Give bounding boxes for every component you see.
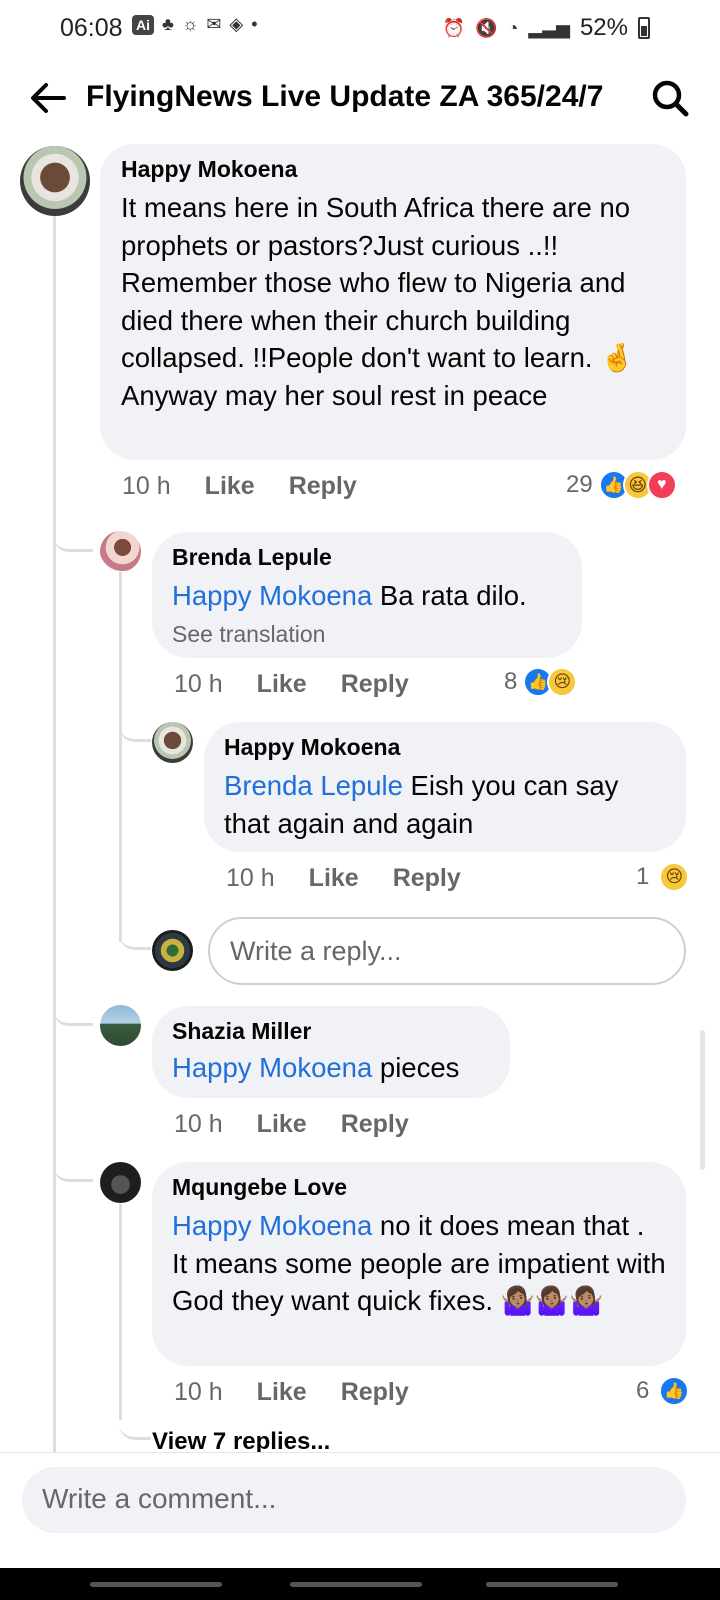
like-reaction-icon: 👍 <box>659 1376 690 1406</box>
status-time: 06:08 <box>60 14 123 42</box>
comment-actions: 10 h Like Reply <box>226 864 495 893</box>
reaction-summary[interactable]: 6 👍 <box>636 1376 690 1406</box>
like-button[interactable]: Like <box>309 864 359 893</box>
mention-link[interactable]: Happy Mokoena <box>172 1210 372 1241</box>
comment-bubble[interactable]: Shazia Miller Happy Mokoena pieces <box>152 1006 510 1098</box>
sad-reaction-icon: 😢 <box>659 862 690 892</box>
comment-body: pieces <box>379 1052 460 1083</box>
mute-icon: 🔇 <box>475 17 498 38</box>
comment-text: Brenda Lepule Eish you can say that agai… <box>224 767 666 842</box>
avatar[interactable] <box>100 1162 141 1203</box>
thread-connector <box>53 994 93 1026</box>
more-dot-icon: • <box>251 14 258 34</box>
like-button[interactable]: Like <box>205 472 255 501</box>
reply-button[interactable]: Reply <box>341 1378 409 1407</box>
status-bar: 06:08 Ai ♣ ☼ ✉ ◈ • ⏰ 🔇 ◔ ▂▃▅ 52% <box>0 0 720 56</box>
comment-text: Happy Mokoena no it does mean that . It … <box>172 1207 666 1320</box>
thread-connector <box>53 520 93 552</box>
system-nav-bar <box>0 1568 720 1600</box>
status-notification-icons: Ai ♣ ☼ ✉ ◈ • <box>132 14 258 35</box>
alarm-icon: ⏰ <box>442 17 466 38</box>
wifi-icon: ◔ <box>507 17 519 38</box>
thread-connector <box>119 1410 151 1440</box>
reaction-summary[interactable]: 29 👍 😆 ♥ <box>566 470 677 500</box>
comment-author[interactable]: Brenda Lepule <box>172 544 562 571</box>
comment-time: 10 h <box>174 670 223 698</box>
thread-line-mqungebe <box>119 1204 122 1420</box>
comment-body: Ba rata dilo. <box>379 580 527 611</box>
reaction-summary[interactable]: 8 👍 😢 <box>504 667 578 697</box>
comment-bubble[interactable]: Happy Mokoena It means here in South Afr… <box>100 144 686 460</box>
avatar[interactable] <box>100 1005 141 1046</box>
avatar[interactable] <box>100 531 141 572</box>
battery-icon <box>638 17 650 39</box>
comment-text: It means here in South Africa there are … <box>121 192 635 411</box>
reply-input[interactable]: Write a reply... <box>208 917 686 985</box>
home-button[interactable] <box>290 1582 422 1587</box>
comment-time: 10 h <box>226 864 275 892</box>
back-arrow-icon[interactable] <box>28 80 68 116</box>
gmail-icon: ✉ <box>206 14 222 34</box>
comment-actions: 10 h Like Reply <box>174 670 443 699</box>
reply-button[interactable]: Reply <box>341 1110 409 1139</box>
comment-author[interactable]: Mqungebe Love <box>172 1174 666 1201</box>
back-button[interactable] <box>486 1582 618 1587</box>
comment-time: 10 h <box>174 1110 223 1138</box>
scrollbar[interactable] <box>700 1030 705 1170</box>
like-button[interactable]: Like <box>257 670 307 699</box>
comment-composer-bar: Write a comment... <box>0 1452 720 1572</box>
app-header: FlyingNews Live Update ZA 365/24/7 <box>0 64 720 136</box>
see-translation-link[interactable]: See translation <box>172 621 562 648</box>
app-notification-icon: ♣ <box>162 14 174 34</box>
mention-link[interactable]: Brenda Lepule <box>224 770 403 801</box>
comment-author[interactable]: Happy Mokoena <box>121 156 666 183</box>
comment-time: 10 h <box>174 1378 223 1406</box>
current-user-avatar <box>152 930 193 971</box>
recents-button[interactable] <box>90 1582 222 1587</box>
reply-button[interactable]: Reply <box>393 864 461 893</box>
thread-line-main <box>53 214 56 1454</box>
search-icon[interactable] <box>650 78 690 118</box>
ai-icon: Ai <box>132 14 154 35</box>
avatar[interactable] <box>152 722 193 763</box>
reaction-count: 29 <box>566 471 593 498</box>
weather-icon: ☼ <box>181 14 199 34</box>
signal-icon: ▂▃▅ <box>528 17 570 38</box>
comment-bubble[interactable]: Happy Mokoena Brenda Lepule Eish you can… <box>204 722 686 852</box>
comment-text: Happy Mokoena Ba rata dilo. <box>172 577 562 615</box>
like-button[interactable]: Like <box>257 1378 307 1407</box>
avatar[interactable] <box>20 146 90 216</box>
reply-button[interactable]: Reply <box>341 670 409 699</box>
comment-actions: 10 h Like Reply <box>174 1378 443 1407</box>
page-title: FlyingNews Live Update ZA 365/24/7 <box>86 80 604 113</box>
reaction-count: 1 <box>636 863 650 890</box>
thread-line-brenda <box>119 572 122 942</box>
sad-reaction-icon: 😢 <box>547 667 578 697</box>
battery-percent: 52% <box>579 14 628 41</box>
reply-button[interactable]: Reply <box>289 472 357 501</box>
thread-connector <box>119 920 151 950</box>
comment-text: Happy Mokoena pieces <box>172 1049 490 1087</box>
comment-author[interactable]: Happy Mokoena <box>224 734 666 761</box>
comment-actions: 10 h Like Reply <box>174 1110 443 1139</box>
comment-author[interactable]: Shazia Miller <box>172 1018 490 1045</box>
comment-actions: 10 h Like Reply <box>122 472 391 501</box>
comment-bubble[interactable]: Brenda Lepule Happy Mokoena Ba rata dilo… <box>152 532 582 658</box>
reaction-count: 8 <box>504 668 518 695</box>
tidal-icon: ◈ <box>229 14 244 34</box>
mention-link[interactable]: Happy Mokoena <box>172 1052 372 1083</box>
comment-time: 10 h <box>122 472 171 500</box>
reaction-summary[interactable]: 1 😢 <box>636 862 690 892</box>
comment-bubble[interactable]: Mqungebe Love Happy Mokoena no it does m… <box>152 1162 686 1366</box>
love-reaction-icon: ♥ <box>646 470 677 500</box>
like-button[interactable]: Like <box>257 1110 307 1139</box>
mention-link[interactable]: Happy Mokoena <box>172 580 372 611</box>
comment-input[interactable]: Write a comment... <box>22 1467 686 1533</box>
reaction-count: 6 <box>636 1377 650 1404</box>
thread-connector <box>119 712 151 742</box>
status-system-icons: ⏰ 🔇 ◔ ▂▃▅ 52% <box>443 14 650 42</box>
thread-connector <box>53 1150 93 1182</box>
